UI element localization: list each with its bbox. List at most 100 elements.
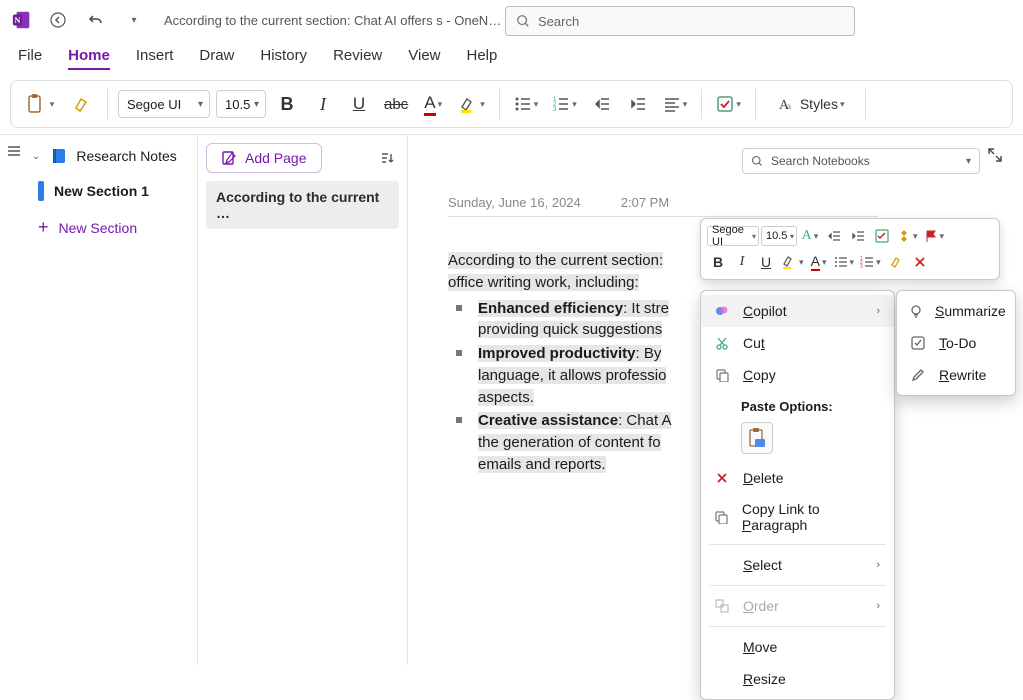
strikethrough-button[interactable]: abc (380, 87, 412, 121)
outdent-button[interactable] (587, 87, 617, 121)
copilot-submenu: Summarize To-Do Rewrite (896, 290, 1016, 396)
notebook-header[interactable]: ⌄ Research Notes (28, 141, 197, 173)
global-search-input[interactable]: Search (505, 6, 855, 36)
tab-review[interactable]: Review (333, 47, 382, 70)
numbering-button[interactable]: 123▾ (548, 87, 581, 121)
link-icon (713, 508, 730, 526)
back-button[interactable] (44, 6, 72, 34)
font-size-select[interactable]: 10.5 (216, 90, 266, 118)
italic-button[interactable]: I (308, 87, 338, 121)
paste-button[interactable]: ▾ (17, 87, 61, 121)
ribbon-home: ▾ Segoe UI 10.5 B I U abc A▾ ▾ ▾ 123▾ ▾ … (10, 80, 1013, 128)
chevron-right-icon: › (876, 559, 880, 571)
ribbon-tabs: File Home Insert Draw History Review Vie… (0, 40, 1023, 76)
mini-underline-button[interactable]: U (755, 251, 777, 273)
font-color-button[interactable]: A▾ (418, 87, 448, 121)
chevron-down-icon: ⌄ (32, 151, 40, 162)
undo-button[interactable] (82, 6, 110, 34)
font-name-select[interactable]: Segoe UI (118, 90, 210, 118)
mini-toolbar: Segoe UI 10.5 A▾ ▾ ▾ B I U ▾ A▾ ▾ 123▾ (700, 218, 1000, 280)
order-icon (713, 597, 731, 615)
mini-outdent-button[interactable] (823, 225, 845, 247)
tab-home[interactable]: Home (68, 47, 110, 70)
mini-highlight-button[interactable]: ▾ (779, 251, 806, 273)
mini-todo-button[interactable] (871, 225, 893, 247)
chevron-right-icon: › (876, 305, 880, 317)
indent-button[interactable] (623, 87, 653, 121)
menu-copy-link[interactable]: Copy Link to Paragraph (701, 494, 894, 540)
tab-history[interactable]: History (260, 47, 307, 70)
search-notebooks-input[interactable]: Search Notebooks ▾ (742, 148, 980, 174)
paste-keep-formatting-button[interactable] (741, 422, 773, 454)
format-painter-button[interactable] (67, 87, 97, 121)
expand-button[interactable] (983, 143, 1007, 167)
highlight-button[interactable]: ▾ (454, 87, 489, 121)
menu-delete[interactable]: Delete (701, 462, 894, 494)
menu-resize[interactable]: Resize (701, 663, 894, 695)
notebook-name: Research Notes (76, 148, 176, 164)
submenu-summarize[interactable]: Summarize (897, 295, 1015, 327)
tab-file[interactable]: File (18, 47, 42, 70)
mini-italic-button[interactable]: I (731, 251, 753, 273)
add-page-button[interactable]: Add Page (206, 143, 322, 173)
page-item[interactable]: According to the current … (206, 181, 399, 229)
mini-bullets-button[interactable]: ▾ (832, 251, 857, 273)
bold-button[interactable]: B (272, 87, 302, 121)
note-time: 2:07 PM (621, 195, 669, 210)
qat-more-button[interactable]: ▾ (120, 6, 148, 34)
menu-cut[interactable]: Cut (701, 327, 894, 359)
tab-insert[interactable]: Insert (136, 47, 174, 70)
mini-tag-button[interactable]: ▾ (895, 225, 920, 247)
underline-button[interactable]: U (344, 87, 374, 121)
mini-bold-button[interactable]: B (707, 251, 729, 273)
svg-text:3: 3 (553, 107, 557, 113)
window-title: According to the current section: Chat A… (164, 13, 501, 28)
pages-panel: Add Page According to the current … (198, 135, 408, 665)
tab-view[interactable]: View (408, 47, 440, 70)
search-placeholder: Search (538, 14, 579, 29)
clipboard-icon (747, 427, 767, 449)
svg-text:a: a (787, 101, 791, 111)
menu-copilot[interactable]: CCopilotopilot › (701, 295, 894, 327)
chevron-down-icon: ▾ (966, 156, 971, 167)
note-metadata: Sunday, June 16, 2024 2:07 PM (448, 195, 878, 217)
new-section-button[interactable]: + New Section (28, 209, 197, 246)
mini-delete-button[interactable] (909, 251, 931, 273)
copilot-icon (713, 302, 731, 320)
mini-format-painter-button[interactable] (885, 251, 907, 273)
sort-pages-button[interactable] (375, 146, 399, 170)
menu-copy[interactable]: Copy (701, 359, 894, 391)
align-button[interactable]: ▾ (659, 87, 692, 121)
mini-font-name-select[interactable]: Segoe UI (707, 226, 759, 246)
app-icon: N (10, 8, 34, 32)
tab-help[interactable]: Help (467, 47, 498, 70)
mini-indent-button[interactable] (847, 225, 869, 247)
todo-tag-button[interactable]: ▾ (712, 87, 745, 121)
context-menu: CCopilotopilot › Cut Copy Paste Options:… (700, 290, 895, 700)
svg-text:N: N (14, 16, 20, 25)
checkbox-icon (909, 334, 927, 352)
submenu-rewrite[interactable]: Rewrite (897, 359, 1015, 391)
section-color-icon (38, 181, 44, 201)
notebook-panel: ⌄ Research Notes New Section 1 + New Sec… (28, 135, 198, 665)
section-label: New Section 1 (54, 183, 149, 199)
note-date: Sunday, June 16, 2024 (448, 195, 581, 210)
nav-toggle-button[interactable] (0, 135, 28, 665)
mini-styles-button[interactable]: A▾ (799, 225, 821, 247)
chevron-right-icon: › (876, 600, 880, 612)
section-item[interactable]: New Section 1 (28, 173, 197, 209)
search-icon (516, 14, 530, 28)
styles-button[interactable]: Aa Styles▾ (766, 87, 855, 121)
menu-move[interactable]: Move (701, 631, 894, 663)
menu-select[interactable]: Select › (701, 549, 894, 581)
submenu-todo[interactable]: To-Do (897, 327, 1015, 359)
tab-draw[interactable]: Draw (199, 47, 234, 70)
bullets-button[interactable]: ▾ (510, 87, 543, 121)
plus-icon: + (38, 217, 49, 238)
mini-numbering-button[interactable]: 123▾ (858, 251, 883, 273)
mini-font-size-select[interactable]: 10.5 (761, 226, 797, 246)
svg-text:3: 3 (860, 264, 863, 269)
mini-font-color-button[interactable]: A▾ (808, 251, 830, 273)
mini-flag-button[interactable]: ▾ (922, 225, 947, 247)
copy-icon (713, 366, 731, 384)
